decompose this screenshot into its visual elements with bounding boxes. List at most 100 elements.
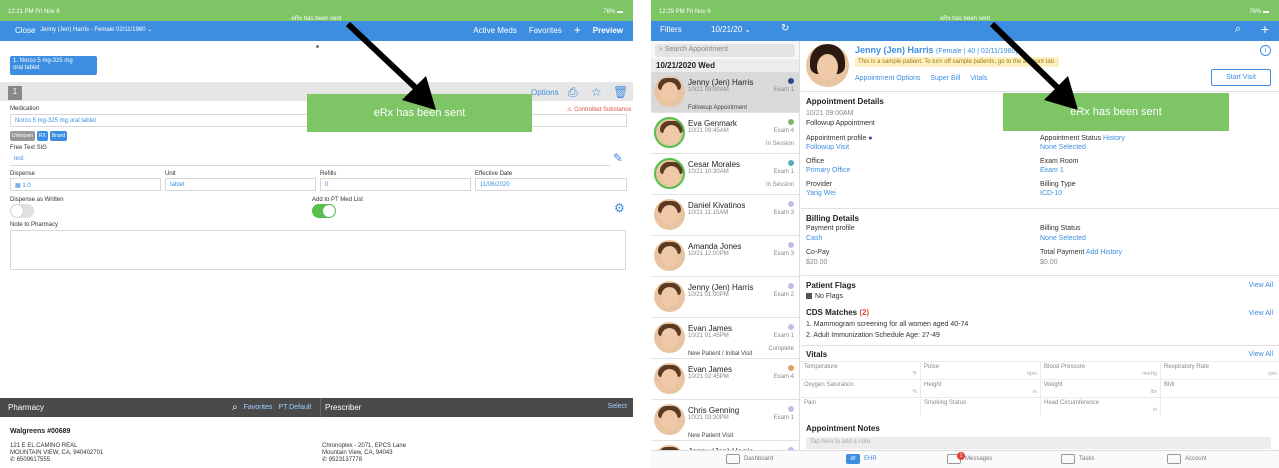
pharmacy-address: 121 E EL CAMINO REAL MOUNTAIN VIEW, CA, … [10, 443, 104, 463]
pharmacy-favorites-button[interactable]: Favorites [244, 404, 273, 411]
office-value[interactable]: Primary Office [806, 167, 850, 174]
appointment-time: 10/21 01:00PM [688, 292, 729, 298]
exam-room-value[interactable]: Exam 1 [1040, 167, 1064, 174]
note-to-pharmacy-field[interactable] [10, 230, 626, 270]
refresh-icon[interactable]: ↻ [781, 23, 789, 34]
close-button[interactable]: Close [15, 26, 35, 35]
print-icon[interactable]: ⎙ [568, 86, 578, 98]
daw-toggle[interactable] [10, 204, 34, 218]
medication-chip[interactable]: 1. Norco 5 mg-325 mg oral tablet [10, 56, 97, 75]
appointment-options-link[interactable]: Appointment Options [855, 75, 920, 82]
appointment-list: ⌕ Search Appointment 10/21/2020 Wed Jenn… [651, 41, 800, 450]
vital-cell[interactable]: Temperature °F [801, 362, 921, 380]
trash-icon[interactable]: 🗑 [613, 86, 628, 98]
tab-account[interactable]: Account [1167, 454, 1207, 464]
battery-icon: ▬ [1263, 9, 1269, 15]
options-button[interactable]: Options [531, 88, 559, 97]
date-selector[interactable]: 10/21/20 ⌄ [711, 25, 751, 34]
appointment-row[interactable]: Evan James 10/21 02:45PM Exam 4 [651, 359, 799, 400]
appointment-note-input[interactable]: Tap here to add a note [806, 437, 1271, 449]
vital-cell[interactable] [1161, 398, 1279, 416]
vital-cell[interactable]: Respiratory Rate rpm [1161, 362, 1279, 380]
vital-cell[interactable]: Head Circumference in [1041, 398, 1161, 416]
appointment-row[interactable]: Eva Genmark 10/21 09:45AM Exam 4 In Session [651, 113, 799, 154]
pt-default-button[interactable]: PT Default [278, 404, 311, 411]
cds-item[interactable]: 2. Adult Immunization Schedule Age: 27-4… [806, 332, 940, 339]
payment-history-link[interactable]: History [1100, 249, 1122, 256]
tab-ehr[interactable]: dr EHR [846, 454, 877, 464]
prescription-number[interactable]: 1 [8, 86, 22, 100]
dispense-field[interactable]: ▦ 1.0 [10, 178, 161, 191]
vital-cell[interactable]: Height in [921, 380, 1041, 398]
prescriber-select-button[interactable]: Select [608, 403, 627, 410]
appointment-status-label: Appointment Status History [1040, 135, 1125, 142]
vital-cell[interactable]: Blood Pressure mmHg [1041, 362, 1161, 380]
add-to-med-list-toggle[interactable] [312, 204, 336, 218]
appointment-time: 10/21 01:45PM [688, 333, 729, 339]
vital-name: BMI [1164, 382, 1175, 388]
appointment-row[interactable]: Daniel Kivatinos 10/21 11:15AM Exam 3 [651, 195, 799, 236]
preview-button[interactable]: Preview [593, 26, 623, 35]
favorites-button[interactable]: Favorites [529, 26, 562, 35]
appointment-row[interactable]: Jenny (Jen) Harris [651, 441, 799, 450]
info-icon[interactable]: i [1260, 45, 1271, 56]
active-meds-button[interactable]: Active Meds [473, 26, 517, 35]
search-icon[interactable]: ⌕ [232, 402, 238, 413]
billing-type-label: Billing Type [1040, 181, 1076, 188]
vital-cell[interactable]: Weight lbs [1041, 380, 1161, 398]
payment-profile-value[interactable]: Cash [806, 235, 822, 242]
vital-cell[interactable]: Pain [801, 398, 921, 416]
patient-avatar [654, 404, 685, 435]
sig-field[interactable]: test [10, 153, 610, 166]
billing-type-value[interactable]: ICD-10 [1040, 190, 1062, 197]
patient-avatar[interactable] [806, 44, 849, 87]
vital-cell[interactable]: Pulse bpm [921, 362, 1041, 380]
tab-messages[interactable]: 1 Messages [947, 452, 992, 464]
appointment-row[interactable]: Jenny (Jen) Harris 10/21 01:00PM Exam 2 [651, 277, 799, 318]
tab-tasks[interactable]: Tasks [1061, 454, 1094, 464]
patient-selector[interactable]: Jenny (Jen) Harris - Female 02/11/1980 ⌄ [40, 26, 152, 33]
appointment-row[interactable]: Cesar Morales 10/21 10:30AM Exam 1 In Sessi… [651, 154, 799, 195]
appointment-row[interactable]: Jenny (Jen) Harris 10/21 09:00AM Exam 1 Fol… [651, 72, 799, 113]
vital-cell[interactable]: Oxygen Saturation% [801, 380, 921, 398]
appointment-profile-value[interactable]: Followup Visit [806, 144, 849, 151]
flags-value: No Flags [806, 293, 843, 300]
vital-unit: in [1033, 389, 1037, 395]
add-icon[interactable]: + [1261, 21, 1269, 37]
tab-dashboard[interactable]: Dashboard [726, 454, 773, 464]
provider-value[interactable]: Yang Wei [806, 190, 836, 197]
filters-button[interactable]: Filters [660, 25, 682, 34]
battery-indicator: 76% ▬ [1249, 9, 1269, 15]
status-dot [788, 406, 794, 412]
add-icon[interactable]: + [574, 24, 581, 36]
vital-cell[interactable]: Smoking Status [921, 398, 1041, 416]
vital-name: Respiratory Rate [1164, 364, 1210, 370]
appointment-search-input[interactable]: ⌕ Search Appointment [655, 44, 795, 57]
appointment-row[interactable]: Amanda Jones 10/21 12:00PM Exam 3 [651, 236, 799, 277]
appointment-status-value[interactable]: None Selected [1040, 144, 1086, 151]
vitals-view-all-link[interactable]: View All [1249, 351, 1273, 358]
billing-status-value[interactable]: None Selected [1040, 235, 1086, 242]
appointment-status: In Session [765, 141, 794, 147]
flags-view-all-link[interactable]: View All [1249, 282, 1273, 289]
appointment-row[interactable]: Chris Genning 10/21 03:30PM Exam 1 New Pati… [651, 400, 799, 441]
status-history-link[interactable]: History [1103, 135, 1125, 142]
start-visit-button[interactable]: Start Visit [1211, 69, 1271, 86]
vital-cell[interactable]: BMI [1161, 380, 1279, 398]
refills-field[interactable]: 0 [320, 178, 471, 191]
super-bill-link[interactable]: Super Bill [930, 75, 960, 82]
gear-icon[interactable]: ⚙ [614, 201, 625, 215]
status-dot [788, 78, 794, 84]
cds-view-all-link[interactable]: View All [1249, 310, 1273, 317]
pencil-icon[interactable]: ✎ [613, 151, 623, 165]
cds-item[interactable]: 1. Mammogram screening for all women age… [806, 321, 968, 328]
payment-profile-label: Payment profile [806, 225, 855, 232]
add-payment-link[interactable]: Add [1086, 249, 1098, 256]
calculator-icon[interactable]: ▦ [15, 183, 21, 189]
section-title: CDS Matches (2) [806, 308, 870, 317]
unit-field[interactable]: tablet [165, 178, 316, 191]
appointment-row[interactable]: Evan James 10/21 01:45PM Exam 1 Complete New… [651, 318, 799, 359]
search-icon[interactable]: ⌕ [1235, 23, 1241, 36]
effective-date-field[interactable]: 11/06/2020 [475, 178, 627, 191]
star-icon[interactable]: ☆ [591, 86, 602, 98]
